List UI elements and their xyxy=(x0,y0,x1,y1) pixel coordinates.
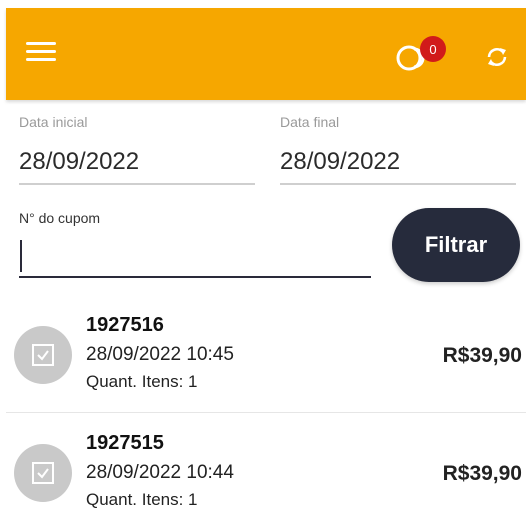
coupon-items: Quant. Itens: 1 xyxy=(86,372,198,391)
end-date-label: Data final xyxy=(280,114,340,130)
coupon-datetime: 28/09/2022 10:44 xyxy=(86,462,234,483)
coupon-number-input[interactable] xyxy=(19,236,371,278)
app-bar xyxy=(6,8,526,100)
hamburger-menu-icon[interactable] xyxy=(26,42,56,66)
check-avatar xyxy=(14,326,72,384)
checkbox-check-icon xyxy=(32,344,54,366)
start-date-underline xyxy=(19,183,255,185)
check-avatar xyxy=(14,444,72,502)
coupon-total: R$39,90 xyxy=(442,344,522,367)
filter-button[interactable]: Filtrar xyxy=(392,208,520,282)
text-cursor xyxy=(20,240,22,272)
start-date-label: Data inicial xyxy=(19,114,88,130)
coupon-number: 1927516 xyxy=(86,314,164,336)
coupon-total: R$39,90 xyxy=(442,462,522,485)
end-date-field[interactable]: 28/09/2022 xyxy=(280,148,400,176)
sync-icon[interactable] xyxy=(484,44,510,70)
checkbox-check-icon xyxy=(32,462,54,484)
end-date-underline xyxy=(280,183,516,185)
coupon-row[interactable]: 1927516 28/09/2022 10:45 Quant. Itens: 1… xyxy=(0,302,526,412)
start-date-field[interactable]: 28/09/2022 xyxy=(19,148,139,176)
coupon-number: 1927515 xyxy=(86,432,164,454)
coupon-row[interactable]: 1927515 28/09/2022 10:44 Quant. Itens: 1… xyxy=(0,420,526,530)
row-divider xyxy=(6,412,526,413)
notification-badge: 0 xyxy=(420,36,446,62)
coupon-number-label: N° do cupom xyxy=(19,210,101,226)
coupon-items: Quant. Itens: 1 xyxy=(86,490,198,509)
coupon-datetime: 28/09/2022 10:45 xyxy=(86,344,234,365)
